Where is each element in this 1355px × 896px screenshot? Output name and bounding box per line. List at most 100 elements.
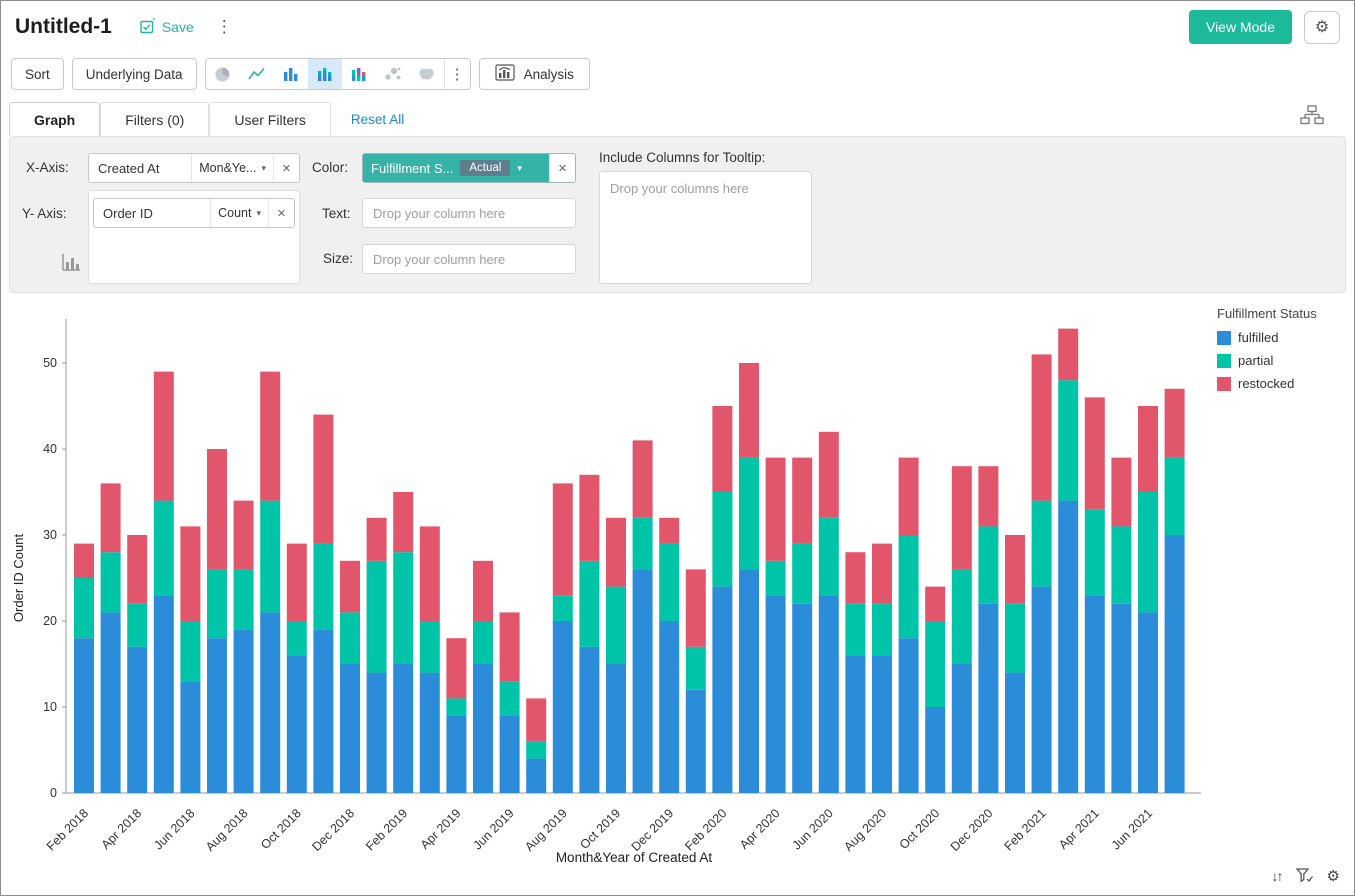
- bar-segment-restocked[interactable]: [207, 449, 227, 569]
- bar-segment-partial[interactable]: [313, 544, 333, 630]
- bar-segment-fulfilled[interactable]: [127, 647, 147, 793]
- bar-segment-restocked[interactable]: [659, 518, 679, 544]
- bar-segment-fulfilled[interactable]: [1058, 501, 1078, 793]
- bar-segment-restocked[interactable]: [180, 526, 200, 621]
- bar-segment-fulfilled[interactable]: [1111, 604, 1131, 793]
- bar-segment-partial[interactable]: [845, 604, 865, 656]
- bar-segment-fulfilled[interactable]: [1085, 595, 1105, 793]
- bar-segment-partial[interactable]: [1005, 604, 1025, 673]
- bar-segment-fulfilled[interactable]: [606, 664, 626, 793]
- bar-segment-fulfilled[interactable]: [553, 621, 573, 793]
- bar-segment-restocked[interactable]: [766, 458, 786, 561]
- chart-settings-gear-icon[interactable]: ⚙: [1327, 867, 1340, 885]
- color-field[interactable]: Fulfillment S... Actual ▾ ✕: [362, 153, 576, 183]
- bar-segment-fulfilled[interactable]: [287, 655, 307, 793]
- y-axis-field[interactable]: Order ID Count ▾ ✕: [93, 198, 295, 228]
- bar-segment-restocked[interactable]: [1085, 397, 1105, 509]
- bar-segment-fulfilled[interactable]: [739, 569, 759, 793]
- legend-item-restocked[interactable]: restocked: [1217, 376, 1347, 391]
- bar-segment-fulfilled[interactable]: [899, 638, 919, 793]
- bar-segment-partial[interactable]: [925, 621, 945, 707]
- text-drop-input[interactable]: Drop your column here: [362, 198, 576, 228]
- bar-segment-fulfilled[interactable]: [473, 664, 493, 793]
- bar-segment-partial[interactable]: [420, 621, 440, 673]
- bar-segment-restocked[interactable]: [872, 544, 892, 604]
- bar-segment-partial[interactable]: [633, 518, 653, 570]
- sort-button[interactable]: Sort: [11, 58, 64, 90]
- bar-segment-partial[interactable]: [579, 561, 599, 647]
- bar-segment-fulfilled[interactable]: [234, 630, 254, 793]
- hierarchy-icon[interactable]: [1300, 105, 1324, 130]
- bar-segment-partial[interactable]: [340, 612, 360, 664]
- bar-segment-partial[interactable]: [899, 535, 919, 638]
- bar-segment-restocked[interactable]: [127, 535, 147, 604]
- axis-mini-chart-icon[interactable]: [60, 253, 82, 278]
- tab-user-filters[interactable]: User Filters: [209, 102, 331, 136]
- color-remove-icon[interactable]: ✕: [549, 154, 575, 182]
- bar-segment-fulfilled[interactable]: [1005, 673, 1025, 793]
- bar-segment-fulfilled[interactable]: [845, 655, 865, 793]
- bar-segment-fulfilled[interactable]: [792, 604, 812, 793]
- bar-segment-fulfilled[interactable]: [819, 595, 839, 793]
- bar-segment-partial[interactable]: [234, 569, 254, 629]
- bar-segment-partial[interactable]: [978, 526, 998, 603]
- sort-order-icon[interactable]: ↓↑: [1272, 868, 1282, 884]
- y-axis-aggregation-dropdown[interactable]: Count ▾: [210, 199, 268, 227]
- bar-segment-restocked[interactable]: [739, 363, 759, 458]
- bar-segment-fulfilled[interactable]: [766, 595, 786, 793]
- bar-segment-partial[interactable]: [553, 595, 573, 621]
- bar-segment-partial[interactable]: [766, 561, 786, 595]
- bar-segment-fulfilled[interactable]: [367, 673, 387, 793]
- bar-segment-fulfilled[interactable]: [659, 621, 679, 793]
- size-drop-input[interactable]: Drop your column here: [362, 244, 576, 274]
- bar-segment-fulfilled[interactable]: [686, 690, 706, 793]
- x-axis-field[interactable]: Created At Mon&Ye... ▾ ✕: [88, 153, 300, 183]
- bar-segment-restocked[interactable]: [1165, 389, 1185, 458]
- bar-segment-partial[interactable]: [1138, 492, 1158, 612]
- bar-segment-partial[interactable]: [1085, 509, 1105, 595]
- bar-segment-restocked[interactable]: [393, 492, 413, 552]
- bar-segment-restocked[interactable]: [553, 483, 573, 595]
- more-options-icon[interactable]: ⋮: [212, 17, 237, 37]
- bar-segment-partial[interactable]: [1032, 501, 1052, 587]
- bar-segment-restocked[interactable]: [420, 526, 440, 621]
- bar-segment-restocked[interactable]: [686, 569, 706, 646]
- view-mode-button[interactable]: View Mode: [1189, 10, 1292, 44]
- bar-segment-restocked[interactable]: [925, 587, 945, 621]
- bar-segment-restocked[interactable]: [287, 544, 307, 621]
- bar-segment-partial[interactable]: [367, 561, 387, 673]
- analysis-button[interactable]: Analysis: [479, 58, 590, 90]
- bar-segment-fulfilled[interactable]: [872, 655, 892, 793]
- bar-segment-partial[interactable]: [207, 569, 227, 638]
- reset-all-link[interactable]: Reset All: [351, 112, 404, 127]
- underlying-data-button[interactable]: Underlying Data: [72, 58, 197, 90]
- bar-segment-partial[interactable]: [1165, 458, 1185, 535]
- bar-segment-restocked[interactable]: [260, 372, 280, 501]
- bar-segment-fulfilled[interactable]: [340, 664, 360, 793]
- color-field-pill[interactable]: Fulfillment S... Actual ▾: [363, 154, 549, 182]
- bar-segment-restocked[interactable]: [500, 612, 520, 681]
- bar-segment-fulfilled[interactable]: [925, 707, 945, 793]
- bar-segment-fulfilled[interactable]: [446, 716, 466, 793]
- tooltip-drop-zone[interactable]: Drop your columns here: [599, 171, 812, 284]
- bubble-chart-icon[interactable]: [376, 59, 410, 89]
- bar-segment-fulfilled[interactable]: [978, 604, 998, 793]
- bar-segment-fulfilled[interactable]: [74, 638, 94, 793]
- bar-segment-restocked[interactable]: [845, 552, 865, 604]
- tab-graph[interactable]: Graph: [9, 102, 100, 136]
- bar-segment-partial[interactable]: [606, 587, 626, 664]
- color-actual-badge[interactable]: Actual: [460, 160, 510, 176]
- bar-segment-partial[interactable]: [1111, 526, 1131, 603]
- stacked-bar-colored-chart-icon[interactable]: [342, 59, 376, 89]
- bar-segment-restocked[interactable]: [792, 458, 812, 544]
- bar-segment-fulfilled[interactable]: [393, 664, 413, 793]
- bar-segment-fulfilled[interactable]: [712, 587, 732, 793]
- bar-segment-partial[interactable]: [74, 578, 94, 638]
- x-axis-remove-icon[interactable]: ✕: [273, 154, 299, 182]
- bar-segment-restocked[interactable]: [367, 518, 387, 561]
- bar-segment-partial[interactable]: [686, 647, 706, 690]
- bar-segment-partial[interactable]: [446, 698, 466, 715]
- bar-chart-icon[interactable]: [274, 59, 308, 89]
- bar-segment-restocked[interactable]: [340, 561, 360, 613]
- bar-segment-restocked[interactable]: [234, 501, 254, 570]
